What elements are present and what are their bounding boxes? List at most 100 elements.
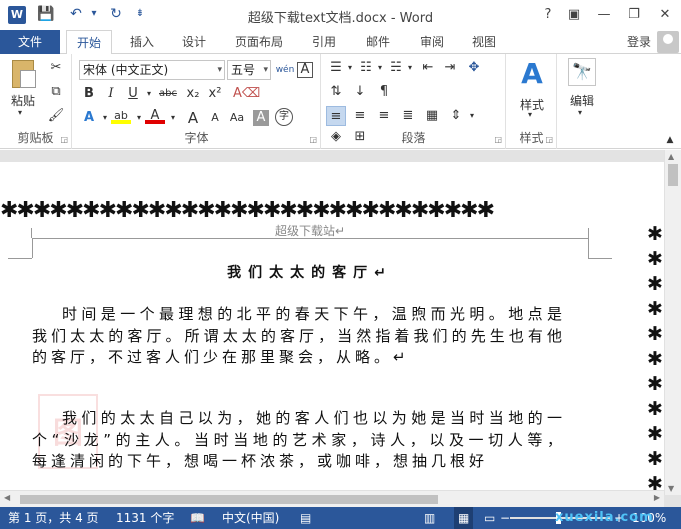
tab-view[interactable]: 视图: [462, 30, 506, 54]
copy-icon[interactable]: ⧉: [46, 82, 66, 102]
paragraph-2-text: 我们的太太自己以为，她的客人们也以为她是当时当地的一个“沙龙”的主人。当时当地的…: [32, 409, 566, 470]
character-shading-icon[interactable]: A: [253, 110, 269, 126]
tab-insert[interactable]: 插入: [120, 30, 164, 54]
grow-font-icon[interactable]: A: [183, 108, 203, 128]
collapse-ribbon-icon[interactable]: ▲: [660, 130, 680, 150]
font-color-icon[interactable]: A: [145, 106, 165, 124]
highlight-icon[interactable]: ab: [111, 106, 131, 124]
paste-button[interactable]: 粘贴 ▾: [6, 58, 40, 117]
distributed-icon[interactable]: ▦: [422, 106, 442, 126]
show-hide-marks-icon[interactable]: ¶: [374, 82, 394, 102]
editing-button[interactable]: 🔭 编辑 ▾: [562, 58, 602, 118]
login-link[interactable]: 登录: [627, 30, 651, 54]
close-button[interactable]: ✕: [652, 4, 678, 26]
word-logo-icon[interactable]: W: [8, 6, 26, 24]
read-mode-icon[interactable]: ▥: [424, 507, 435, 529]
align-left-icon[interactable]: ≡: [326, 106, 346, 126]
dialog-launcher-icon[interactable]: ◲: [60, 135, 68, 144]
dialog-launcher-icon[interactable]: ◲: [545, 135, 553, 144]
scroll-down-icon[interactable]: ▼: [668, 484, 674, 493]
save-icon[interactable]: 💾: [36, 4, 56, 24]
cut-icon[interactable]: ✂: [46, 58, 66, 78]
print-layout-icon[interactable]: ▦: [454, 507, 474, 529]
tab-file[interactable]: 文件: [0, 30, 60, 54]
character-border-icon[interactable]: A: [297, 62, 313, 78]
proofing-icon[interactable]: 📖: [190, 507, 205, 529]
change-case-icon[interactable]: Aa: [225, 108, 249, 128]
chinese-layout-icon[interactable]: ⇅: [326, 82, 346, 102]
font-group-label: 字体: [184, 131, 209, 145]
font-name-select[interactable]: 宋体 (中文正文) ▾: [79, 60, 225, 80]
header-text[interactable]: 超级下载站↵: [0, 222, 620, 239]
strikethrough-icon[interactable]: abc: [155, 84, 181, 104]
redo-icon[interactable]: ↻: [106, 4, 126, 24]
align-right-icon[interactable]: ≡: [374, 106, 394, 126]
word-count[interactable]: 1131 个字: [116, 507, 174, 529]
chevron-down-icon[interactable]: ▾: [400, 58, 420, 78]
horizontal-scrollbar[interactable]: ◀ ▶: [0, 490, 664, 507]
paragraph-2[interactable]: 我们的太太自己以为，她的客人们也以为她是当时当地的一个“沙龙”的主人。当时当地的…: [32, 408, 566, 473]
justify-icon[interactable]: ≣: [398, 106, 418, 126]
clear-formatting-icon[interactable]: A⌫: [233, 84, 260, 104]
customize-qat-icon[interactable]: ⇟: [130, 4, 150, 24]
restore-button[interactable]: ❐: [621, 4, 647, 26]
dialog-launcher-icon[interactable]: ◲: [309, 135, 317, 144]
ribbon-tab-bar: 文件 开始 插入 设计 页面布局 引用 邮件 审阅 视图 登录: [0, 30, 681, 55]
superscript-icon[interactable]: x²: [205, 84, 225, 104]
scroll-left-icon[interactable]: ◀: [4, 493, 10, 502]
undo-icon[interactable]: ↶: [66, 4, 86, 24]
sort-icon[interactable]: ↓: [350, 82, 370, 102]
font-group: 宋体 (中文正文) ▾ 五号 ▾ wén A B I U ▾ abc x₂ x²…: [73, 54, 321, 149]
header-rule: [32, 238, 588, 239]
margin-line-right: [588, 238, 589, 258]
decrease-indent-icon[interactable]: ⇤: [418, 58, 438, 78]
paste-label-text: 粘贴: [10, 94, 35, 108]
minimize-button[interactable]: —: [591, 4, 617, 26]
margin-line-left: [32, 238, 33, 258]
paragraph-1[interactable]: 时间是一个最理想的北平的春天下午，温煦而光明。地点是我们太太的客厅。所谓太太的客…: [32, 304, 566, 369]
vertical-scroll-thumb[interactable]: [668, 164, 678, 186]
avatar[interactable]: [657, 31, 679, 53]
styles-button[interactable]: A 样式 ▾: [511, 58, 553, 120]
italic-icon[interactable]: I: [101, 84, 121, 104]
chevron-down-icon[interactable]: ▾: [462, 106, 482, 126]
help-button[interactable]: ?: [535, 4, 561, 26]
editing-group: 🔭 编辑 ▾: [558, 54, 608, 149]
scroll-right-icon[interactable]: ▶: [654, 493, 660, 502]
tab-page-layout[interactable]: 页面布局: [226, 30, 292, 54]
horizontal-scroll-thumb[interactable]: [20, 495, 438, 504]
ribbon-display-options-button[interactable]: ▣: [561, 4, 587, 26]
paste-page-icon: [20, 70, 36, 88]
phonetic-guide-icon[interactable]: wén: [275, 60, 295, 80]
macro-icon[interactable]: ▤: [300, 507, 311, 529]
align-center-icon[interactable]: ≡: [350, 106, 370, 126]
zoom-out-button[interactable]: −: [500, 507, 510, 529]
subscript-icon[interactable]: x₂: [183, 84, 203, 104]
document-area: ✱✱✱✱✱✱✱✱✱✱✱✱✱✱✱✱✱✱✱✱✱✱✱✱✱✱✱✱✱✱ ✱ ✱ ✱ ✱ ✱ ✱ ✱ ✱ ✱…: [0, 150, 681, 507]
tab-mailings[interactable]: 邮件: [356, 30, 400, 54]
document-title[interactable]: 我们太太的客厅↵: [0, 262, 620, 282]
increase-indent-icon[interactable]: ⇥: [440, 58, 460, 78]
dialog-launcher-icon[interactable]: ◲: [494, 135, 502, 144]
asian-layout-icon[interactable]: ✥: [464, 58, 484, 78]
vertical-scrollbar[interactable]: ▲ ▼: [664, 150, 681, 495]
page-count[interactable]: 第 1 页，共 4 页: [8, 507, 99, 529]
chevron-down-icon[interactable]: ▾: [163, 108, 183, 128]
tab-home[interactable]: 开始: [66, 30, 112, 55]
scroll-up-icon[interactable]: ▲: [668, 152, 674, 161]
format-painter-icon[interactable]: 🖌: [46, 106, 66, 126]
tab-design[interactable]: 设计: [172, 30, 216, 54]
styles-group: A 样式 ▾ 样式 ◲: [507, 54, 557, 149]
web-layout-icon[interactable]: ▭: [484, 507, 495, 529]
site-brand-watermark: xuexila.com: [555, 510, 654, 525]
font-size-select[interactable]: 五号 ▾: [227, 60, 271, 80]
bold-icon[interactable]: B: [79, 84, 99, 104]
language-indicator[interactable]: 中文(中国): [222, 507, 279, 529]
document-page[interactable]: ✱✱✱✱✱✱✱✱✱✱✱✱✱✱✱✱✱✱✱✱✱✱✱✱✱✱✱✱✱✱ ✱ ✱ ✱ ✱ ✱ ✱ ✱ ✱ ✱…: [0, 162, 664, 495]
shrink-font-icon[interactable]: A: [205, 108, 225, 128]
tab-review[interactable]: 审阅: [410, 30, 454, 54]
chevron-down-icon: ▾: [217, 65, 222, 75]
undo-dropdown-icon[interactable]: ▾: [84, 4, 104, 24]
tab-references[interactable]: 引用: [302, 30, 346, 54]
enclose-characters-icon[interactable]: 字: [275, 108, 293, 126]
